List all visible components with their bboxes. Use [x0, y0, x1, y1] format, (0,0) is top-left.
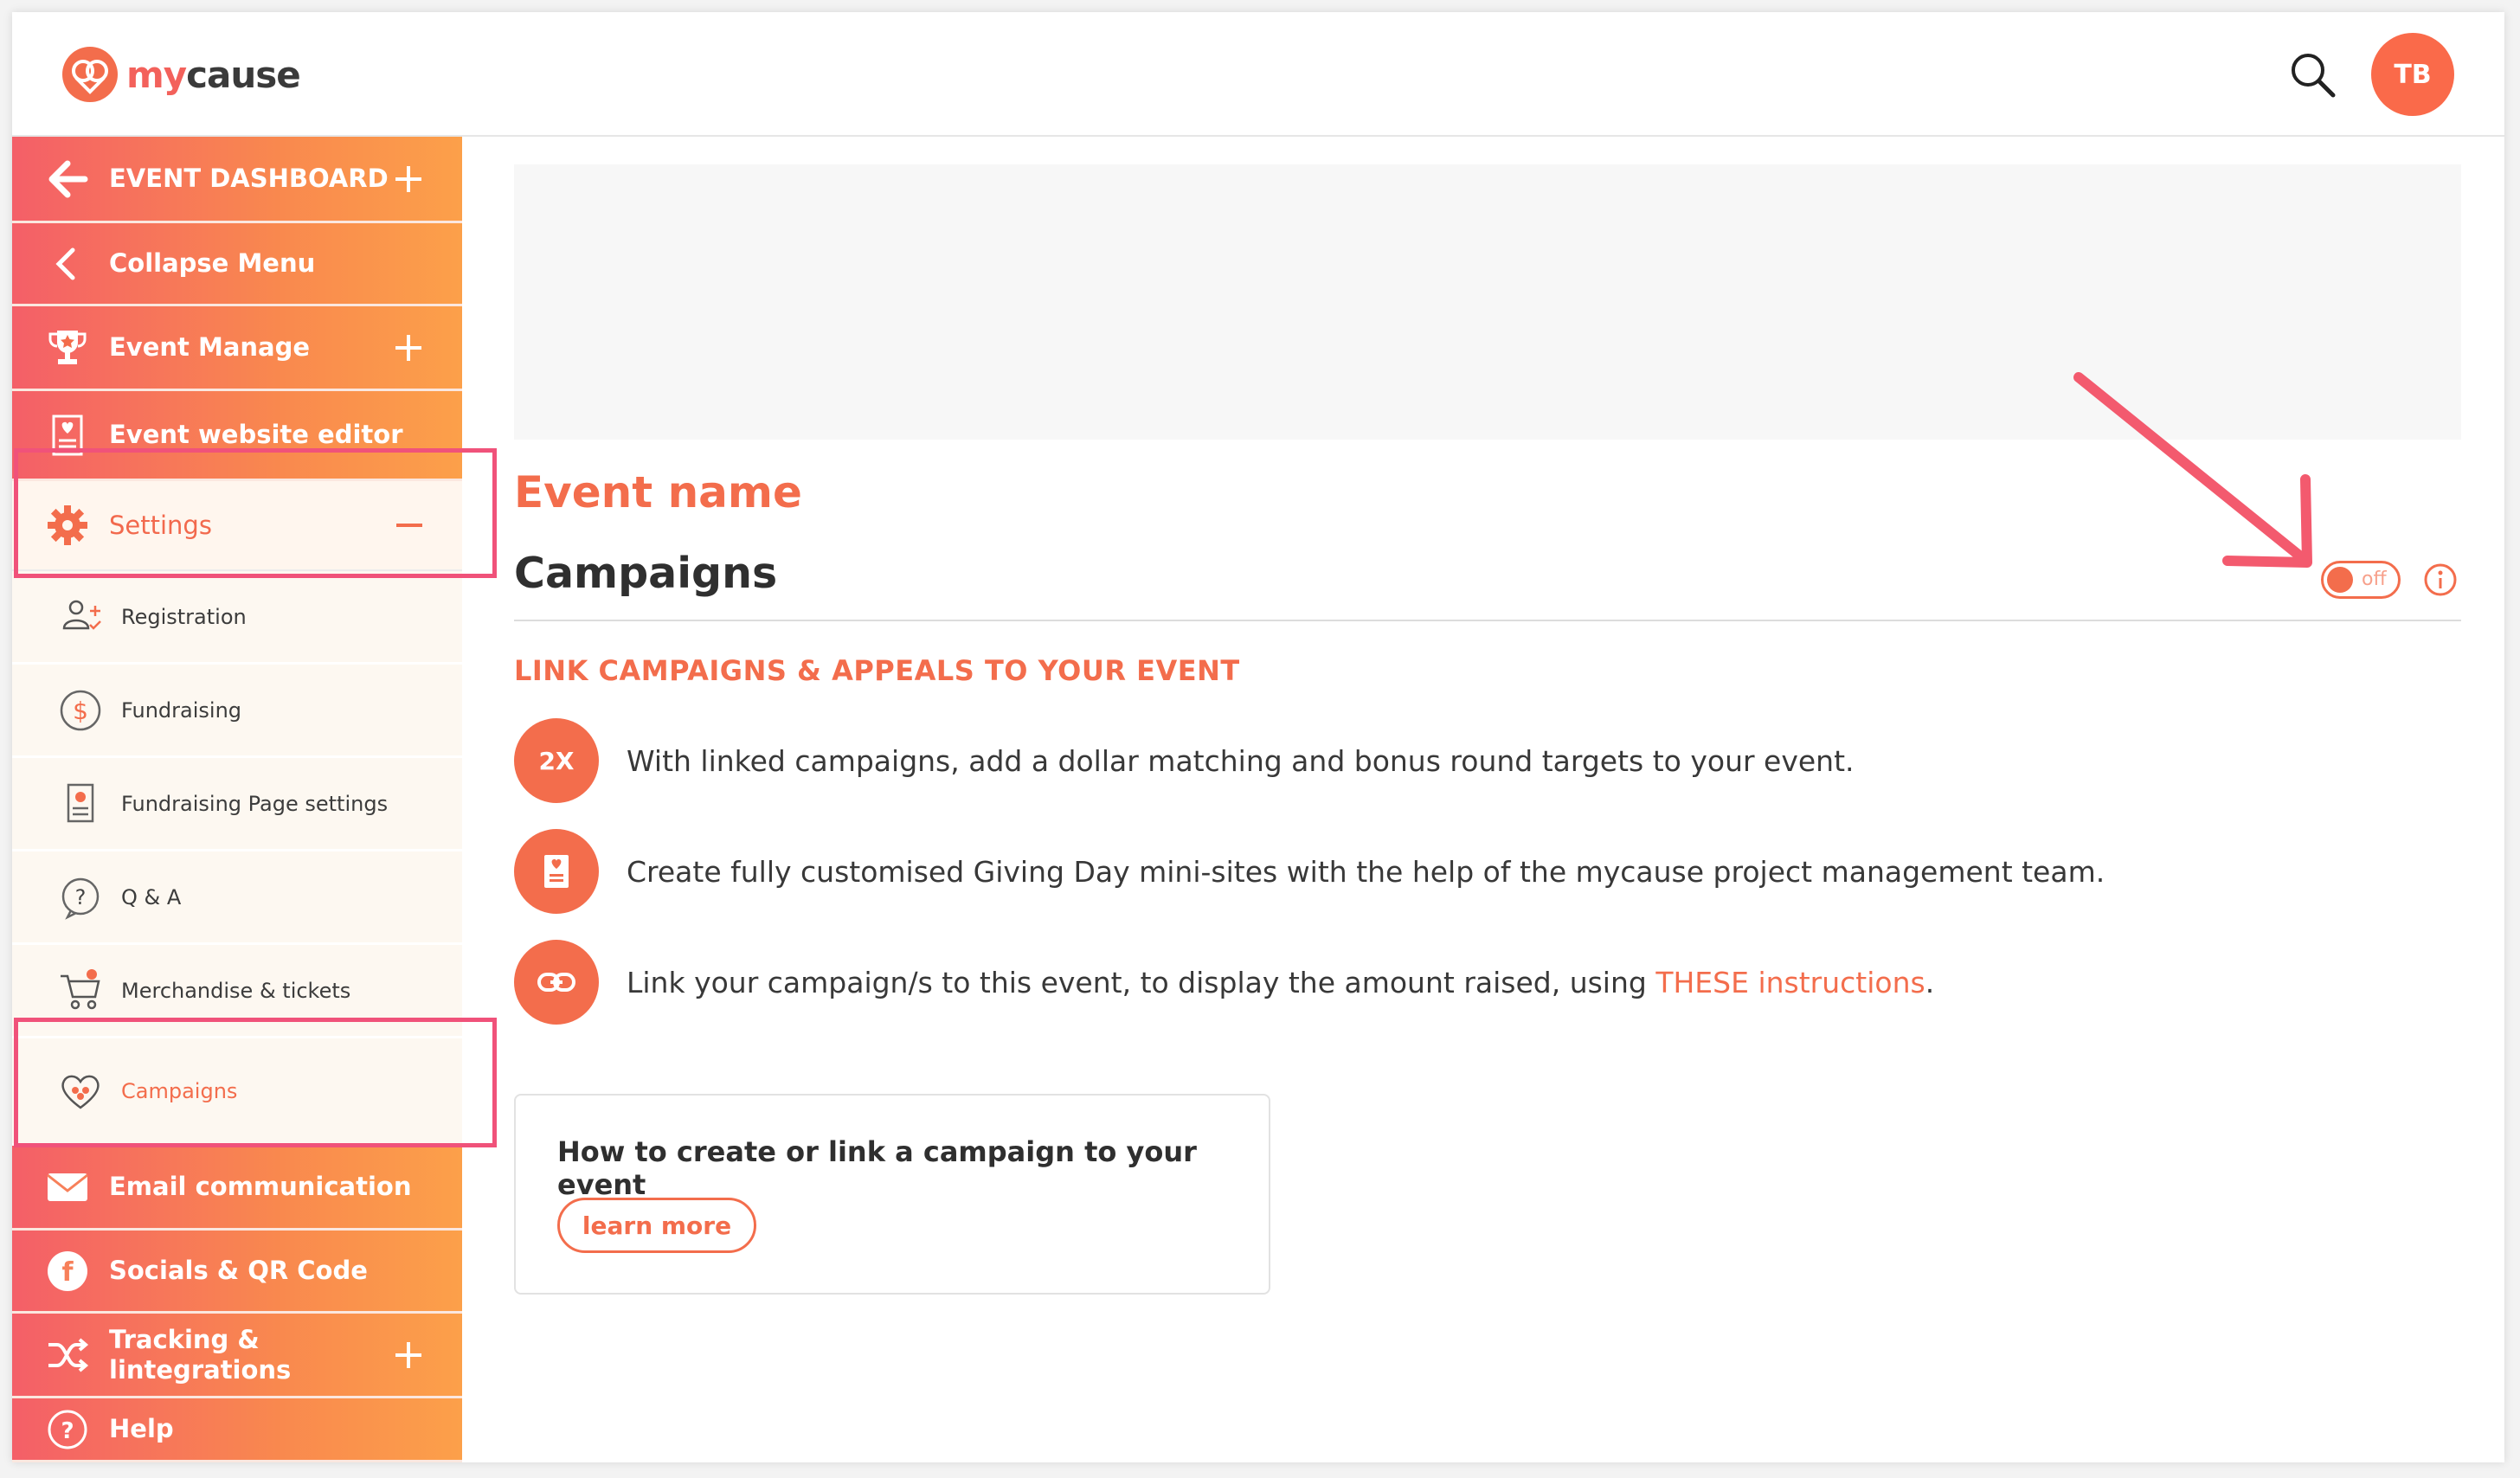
help-icon: ?: [48, 1410, 87, 1449]
double-match-icon: 2X: [514, 718, 599, 803]
settings-item-label: Fundraising Page settings: [121, 791, 389, 816]
feature-row-link: Link your campaign/s to this event, to d…: [514, 940, 1934, 1025]
sidebar-item-event-dashboard[interactable]: EVENT DASHBOARD: [12, 137, 462, 223]
highlight-settings: [14, 448, 497, 578]
sidebar-item-label: Event Manage: [109, 332, 311, 363]
sidebar-item-label: Event website editor: [109, 420, 403, 450]
section-heading: LINK CAMPAIGNS & APPEALS TO YOUR EVENT: [514, 654, 1240, 687]
link-icon: [514, 940, 599, 1025]
sidebar-item-label: Tracking & lintegrations: [109, 1324, 292, 1385]
user-add-icon: [62, 600, 101, 630]
feature-row-matching: 2X With linked campaigns, add a dollar m…: [514, 718, 1855, 803]
sidebar-item-collapse-menu[interactable]: Collapse Menu: [12, 223, 462, 306]
user-avatar[interactable]: TB: [2371, 33, 2454, 116]
settings-item-label: Fundraising: [121, 697, 242, 723]
svg-text:?: ?: [61, 1418, 74, 1444]
facebook-icon: f: [48, 1250, 87, 1291]
minisite-icon: [514, 829, 599, 914]
search-icon[interactable]: [2288, 50, 2337, 99]
settings-item-fundraising[interactable]: $ Fundraising: [12, 665, 462, 758]
campaigns-toggle[interactable]: off: [2321, 561, 2401, 599]
settings-item-registration[interactable]: Registration: [12, 571, 462, 665]
sidebar-item-label: Email communication: [109, 1172, 412, 1202]
settings-item-label: Merchandise & tickets: [121, 978, 351, 1003]
logo-cause: cause: [186, 53, 301, 96]
sidebar-item-label: EVENT DASHBOARD: [109, 164, 389, 194]
svg-text:f: f: [61, 1257, 74, 1288]
annotation-arrow-icon: [2073, 372, 2312, 568]
feature-text: With linked campaigns, add a dollar matc…: [627, 743, 1855, 778]
plus-icon[interactable]: [393, 332, 424, 363]
page-settings-icon: [67, 783, 94, 822]
page-title: Campaigns: [514, 549, 778, 598]
svg-text:$: $: [73, 697, 88, 725]
feature-text: Create fully customised Giving Day mini-…: [627, 854, 2105, 889]
logo-mark-icon: [62, 47, 118, 102]
svg-text:?: ?: [75, 885, 87, 909]
sidebar-item-label: Help: [109, 1414, 174, 1444]
settings-item-fundraising-page-settings[interactable]: Fundraising Page settings: [12, 758, 462, 851]
top-header: mycause TB: [12, 12, 2504, 137]
shuffle-icon: [48, 1337, 89, 1372]
logo-my: my: [126, 53, 187, 96]
learn-more-button[interactable]: learn more: [557, 1198, 756, 1253]
settings-item-q-and-a[interactable]: ? Q & A: [12, 851, 462, 945]
settings-item-label: Q & A: [121, 884, 182, 909]
chevron-left-icon: [55, 247, 75, 280]
sidebar-item-label: Collapse Menu: [109, 248, 316, 279]
mycause-logo[interactable]: mycause: [61, 45, 301, 104]
feature-row-minisites: Create fully customised Giving Day mini-…: [514, 829, 2105, 914]
settings-item-label: Registration: [121, 604, 247, 629]
plus-icon[interactable]: [393, 164, 424, 195]
feature-text: Link your campaign/s to this event, to d…: [627, 966, 1934, 999]
cart-icon: [61, 968, 100, 1009]
envelope-icon: [47, 1173, 88, 1201]
sidebar-item-event-manage[interactable]: Event Manage: [12, 306, 462, 391]
toggle-label: off: [2362, 569, 2387, 590]
sidebar-item-socials-qr[interactable]: f Socials & QR Code: [12, 1231, 462, 1314]
feature-text-before: Link your campaign/s to this event, to d…: [627, 965, 1656, 999]
sidebar-item-tracking-integrations[interactable]: Tracking & lintegrations: [12, 1314, 462, 1398]
feature-text-after: .: [1925, 965, 1935, 999]
trophy-icon: [48, 330, 87, 364]
app-frame: mycause TB EVENT DASHBOARD Collapse Menu: [12, 12, 2504, 1462]
plus-icon[interactable]: [393, 1340, 424, 1371]
highlight-campaigns: [14, 1018, 497, 1147]
event-name: Event name: [514, 467, 802, 517]
info-icon[interactable]: [2423, 562, 2458, 597]
sidebar-item-label: Socials & QR Code: [109, 1256, 368, 1286]
dollar-icon: $: [60, 690, 101, 730]
title-divider: [514, 620, 2461, 621]
sidebar: EVENT DASHBOARD Collapse Menu Event Mana…: [12, 137, 462, 1462]
help-card-title: How to create or link a campaign to your…: [557, 1135, 1197, 1201]
sidebar-item-email-communication[interactable]: Email communication: [12, 1146, 462, 1231]
instructions-link[interactable]: THESE instructions: [1655, 966, 1925, 999]
sidebar-item-help[interactable]: ? Help: [12, 1398, 462, 1462]
question-icon: ?: [61, 877, 100, 920]
help-card: How to create or link a campaign to your…: [514, 1094, 1270, 1295]
arrow-left-icon: [48, 160, 88, 197]
logo-wordmark: mycause: [126, 53, 301, 96]
